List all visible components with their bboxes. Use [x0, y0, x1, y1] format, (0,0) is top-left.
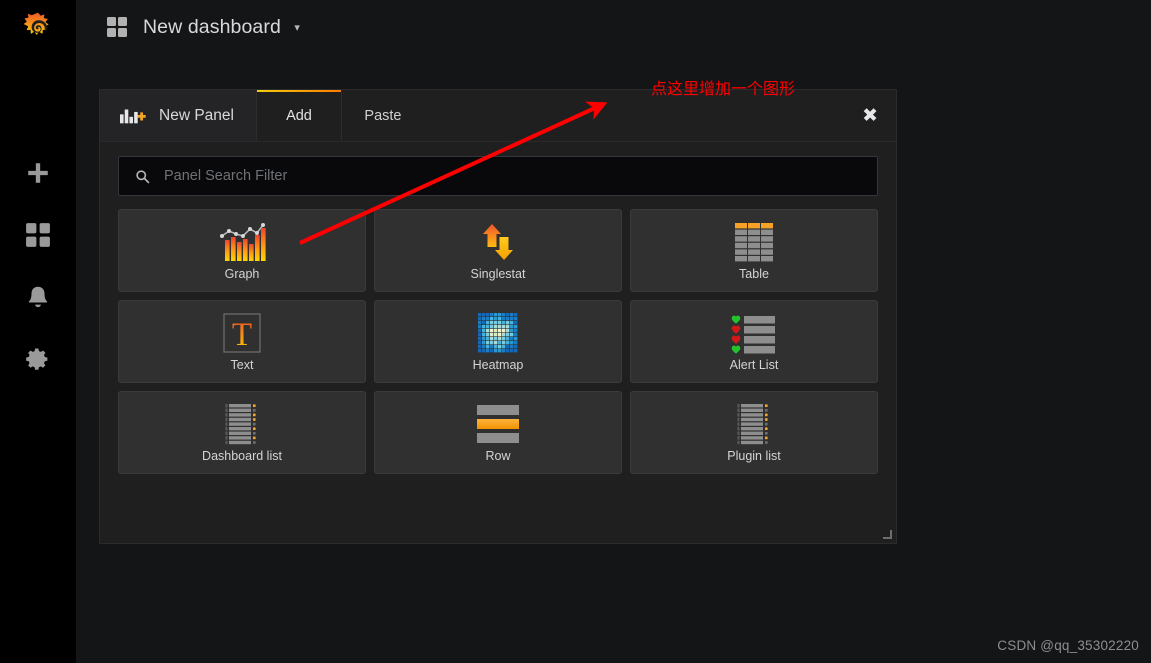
grafana-logo-button[interactable] [0, 0, 76, 56]
panel-tile-table[interactable]: Table [630, 209, 878, 292]
pluginlist-icon [737, 399, 771, 449]
dashboard-header: New dashboard ▾ [76, 0, 1151, 55]
add-panel-widget: New Panel Add Paste ✖ Panel Search Filte… [100, 90, 896, 543]
svg-text:T: T [232, 317, 252, 353]
row-icon [475, 399, 521, 449]
search-row [100, 142, 896, 196]
panel-tile-alertlist[interactable]: Alert List [630, 300, 878, 383]
panel-add-icon [120, 109, 146, 123]
sidebar [0, 0, 76, 663]
singlestat-icon [474, 217, 522, 267]
tab-paste-label: Paste [364, 107, 402, 124]
bell-icon [28, 286, 48, 308]
panel-tile-label: Graph [224, 266, 260, 281]
grafana-logo [23, 12, 49, 35]
app-root: New dashboard ▾ New Panel Add Paste ✖ Pa… [0, 0, 1151, 663]
new-panel-label: New Panel [159, 106, 234, 124]
text-icon: T [221, 308, 263, 358]
panel-tile-text[interactable]: T Text [118, 300, 366, 383]
panel-tile-label: Dashboard list [202, 448, 282, 463]
tab-add[interactable]: Add [256, 90, 342, 141]
table-icon [733, 217, 775, 267]
panel-tile-label: Table [739, 266, 769, 281]
annotation-text: 点这里增加一个图形 [651, 79, 796, 98]
tab-paste[interactable]: Paste [341, 90, 425, 141]
panel-tile-label: Heatmap [472, 357, 524, 372]
sidebar-item-create[interactable] [0, 142, 76, 204]
graph-icon [216, 217, 268, 267]
dashboard-title-button[interactable]: New dashboard ▾ [143, 16, 300, 39]
panel-tile-heatmap[interactable]: Heatmap [374, 300, 622, 383]
search-input[interactable] [164, 168, 861, 184]
search-box[interactable] [118, 156, 878, 196]
tab-add-label: Add [286, 107, 312, 124]
sidebar-item-dashboards[interactable] [0, 204, 76, 266]
panel-resize-handle[interactable] [883, 530, 892, 539]
panel-type-grid: Graph Singlestat Table T Text Heatmap Al… [118, 209, 878, 474]
alertlist-icon [731, 308, 777, 358]
panel-tile-graph[interactable]: Graph [118, 209, 366, 292]
heatmap-icon [477, 308, 519, 358]
plus-icon [28, 163, 48, 183]
sidebar-item-configuration[interactable] [0, 328, 76, 390]
panel-tile-row[interactable]: Row [374, 391, 622, 474]
dashboards-icon [26, 223, 50, 247]
panel-tile-pluginlist[interactable]: Plugin list [630, 391, 878, 474]
dashboardlist-icon [225, 399, 259, 449]
panel-tile-label: Plugin list [727, 448, 781, 463]
panel-tile-dashboardlist[interactable]: Dashboard list [118, 391, 366, 474]
dashboard-grid-icon [107, 16, 129, 39]
chevron-down-icon[interactable]: ▾ [294, 22, 300, 34]
new-panel-header: New Panel [100, 90, 257, 141]
panel-tile-singlestat[interactable]: Singlestat [374, 209, 622, 292]
panel-tile-label: Row [485, 448, 511, 463]
search-icon [136, 169, 150, 183]
gear-icon [26, 348, 48, 370]
panel-tile-label: Singlestat [470, 266, 526, 281]
panel-tile-label: Alert List [729, 357, 779, 372]
panel-tile-label: Text [230, 357, 254, 372]
watermark: CSDN @qq_35302220 [997, 638, 1139, 653]
close-icon[interactable]: ✖ [862, 106, 878, 125]
sidebar-item-alerting[interactable] [0, 266, 76, 328]
page-title: New dashboard [143, 16, 281, 38]
